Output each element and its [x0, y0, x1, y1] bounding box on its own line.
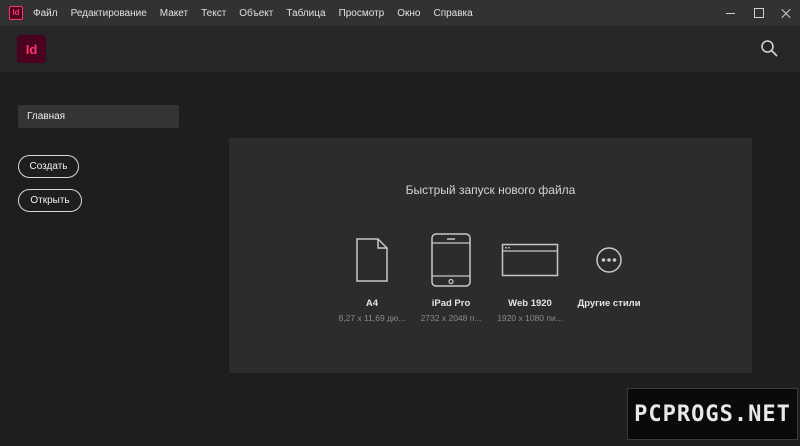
menu-view[interactable]: Просмотр [339, 8, 385, 19]
watermark-logo: PCPROGS.NET [627, 388, 798, 440]
menu-window[interactable]: Окно [397, 8, 420, 19]
indesign-app-icon: Id [9, 6, 23, 20]
preset-size: 1920 x 1080 пи... [497, 313, 563, 323]
indesign-home-window: Id Файл Редактирование Макет Текст Объек… [0, 0, 800, 446]
browser-window-icon [501, 243, 559, 277]
maximize-icon[interactable] [744, 0, 772, 26]
menu-file[interactable]: Файл [33, 8, 58, 19]
quick-start-title: Быстрый запуск нового файла [405, 183, 576, 197]
main-menu: Файл Редактирование Макет Текст Объект Т… [33, 8, 486, 19]
menu-bar: Id Файл Редактирование Макет Текст Объек… [0, 0, 800, 26]
menu-table[interactable]: Таблица [286, 8, 325, 19]
menu-layout[interactable]: Макет [160, 8, 188, 19]
preset-name: Другие стили [577, 298, 641, 309]
close-icon[interactable] [772, 0, 800, 26]
menu-edit[interactable]: Редактирование [71, 8, 147, 19]
search-icon[interactable] [760, 39, 778, 57]
window-controls [716, 0, 800, 26]
menu-object[interactable]: Объект [239, 8, 273, 19]
minimize-icon[interactable] [716, 0, 744, 26]
sidebar-item-home[interactable]: Главная [18, 105, 179, 128]
quick-start-panel: Быстрый запуск нового файла A4 8,27 x 11… [229, 138, 752, 373]
document-icon [356, 238, 388, 282]
menu-type[interactable]: Текст [201, 8, 226, 19]
preset-other-styles[interactable]: Другие стили [559, 228, 659, 313]
more-icon [596, 247, 622, 273]
create-button[interactable]: Создать [18, 155, 79, 178]
tablet-icon [431, 233, 471, 287]
app-header: Id [0, 26, 800, 73]
open-button[interactable]: Открыть [18, 189, 82, 212]
indesign-logo: Id [17, 35, 46, 63]
menu-help[interactable]: Справка [433, 8, 472, 19]
